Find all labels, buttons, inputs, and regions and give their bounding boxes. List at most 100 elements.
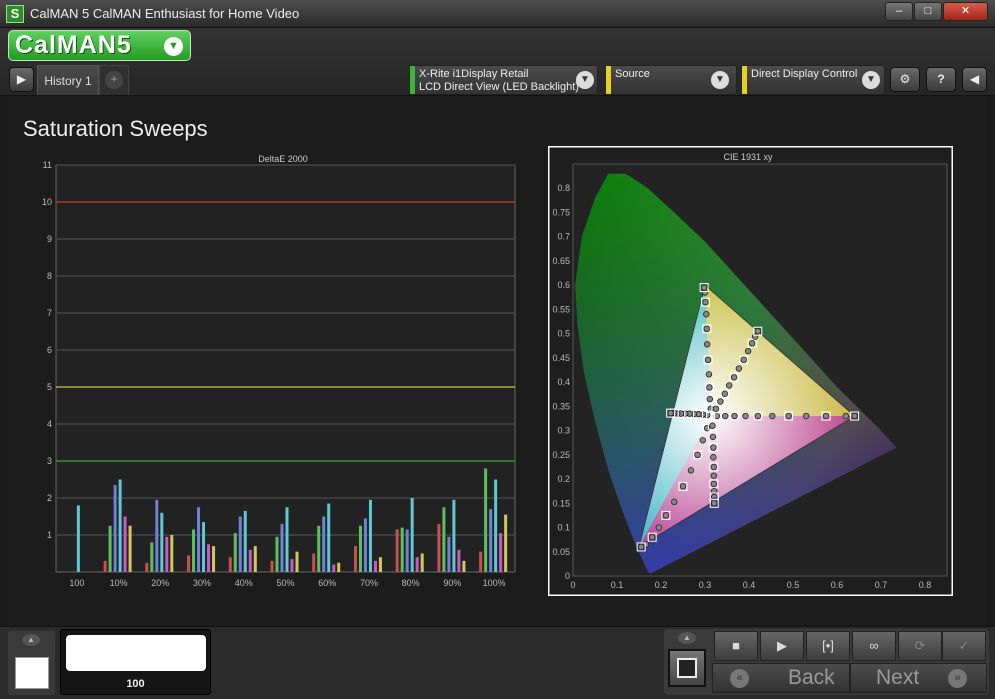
meter-selector[interactable]: X-Rite i1Display Retail LCD Direct View … <box>409 65 598 95</box>
status-stripe <box>742 66 747 94</box>
y-tick-label: 0.05 <box>552 547 570 557</box>
bar <box>353 546 357 572</box>
measured-point <box>803 412 810 420</box>
measured-point <box>705 371 713 378</box>
source-label: Source <box>615 68 650 80</box>
bar <box>197 507 201 572</box>
chevron-down-icon[interactable]: ▼ <box>576 71 594 89</box>
y-tick-label: 2 <box>47 493 52 503</box>
bar <box>238 516 242 572</box>
chevron-down-icon[interactable]: ▼ <box>711 71 729 89</box>
measured-point <box>655 524 662 531</box>
measured-point <box>687 467 695 474</box>
measured-point <box>709 433 717 441</box>
deltae-bar-chart: DeltaE 2000 1 2 3 4 5 6 7 8 9 10 11 100 10% 20% 30% 40… <box>42 154 516 588</box>
gear-icon[interactable]: ⚙ <box>890 67 920 92</box>
bar <box>228 557 232 572</box>
bar <box>170 535 174 572</box>
bar <box>192 529 196 572</box>
cie-chart: CIE 1931 xy 0 0.1 0.2 0.3 0.4 0.5 0.6 0.7 0.8 0 0.… <box>548 146 953 596</box>
stop-measurement-button[interactable] <box>668 649 706 687</box>
measured-point <box>731 412 738 420</box>
measured-point <box>740 356 747 364</box>
display-control-selector[interactable]: Direct Display Control ▼ <box>741 65 885 95</box>
measured-point <box>717 398 724 405</box>
bar <box>442 507 446 572</box>
chevron-down-icon[interactable]: ▼ <box>862 71 880 89</box>
measured-point <box>730 374 738 381</box>
y-tick-label: 0.25 <box>552 450 570 460</box>
back-button[interactable]: « Back <box>712 663 850 693</box>
measured-point <box>751 333 759 340</box>
fit-button[interactable]: [•] <box>806 631 850 661</box>
add-tab-button[interactable]: + <box>99 65 129 95</box>
swatch-panel: ▲ <box>8 631 55 695</box>
refresh-button[interactable]: ⟳ <box>898 631 942 661</box>
measured-point <box>706 395 714 403</box>
stop-icon: ■ <box>732 638 740 653</box>
measured-point <box>710 480 717 488</box>
play-left-icon[interactable]: ▶ <box>9 67 34 92</box>
y-tick-label: 0.45 <box>552 353 570 363</box>
measured-point <box>709 422 716 429</box>
fit-icon: [•] <box>822 638 834 653</box>
y-tick-label: 0.4 <box>557 377 570 387</box>
y-tick-label: 0.1 <box>557 523 570 533</box>
x-tick-label: 90% <box>443 578 461 588</box>
measured-point <box>703 311 710 318</box>
bar <box>165 536 169 572</box>
help-icon[interactable]: ? <box>926 67 956 92</box>
measured-point <box>703 325 710 332</box>
bar <box>489 509 493 572</box>
bar <box>275 536 279 572</box>
bar <box>103 560 107 572</box>
bar <box>410 498 414 572</box>
bar <box>504 514 508 572</box>
measured-point <box>842 412 849 420</box>
bar <box>494 479 498 572</box>
tab-history-1[interactable]: History 1 <box>37 65 99 95</box>
x-tick-label: 0 <box>570 580 575 590</box>
y-tick-label: 0.7 <box>557 232 570 242</box>
x-tick-label: 30% <box>193 578 211 588</box>
play-button[interactable]: ▶ <box>760 631 804 661</box>
maximize-button[interactable]: □ <box>914 2 942 21</box>
check-button[interactable]: ✓ <box>942 631 986 661</box>
bar <box>327 503 331 572</box>
source-selector[interactable]: Source ▼ <box>605 65 737 95</box>
measured-point <box>785 412 792 420</box>
measured-point <box>748 340 756 347</box>
x-tick-label: 80% <box>402 578 420 588</box>
minimize-button[interactable]: – <box>885 2 913 21</box>
y-tick-label: 0.75 <box>552 207 570 217</box>
calman-logo-menu[interactable]: CalMAN5 ▼ <box>8 30 191 61</box>
x-tick-label: 40% <box>235 578 253 588</box>
display-control-label: Direct Display Control <box>751 68 858 80</box>
bar <box>358 525 362 572</box>
stop-button[interactable]: ■ <box>714 631 758 661</box>
loop-button[interactable]: ∞ <box>852 631 896 661</box>
bar <box>337 562 341 572</box>
measured-point <box>710 454 717 461</box>
y-tick-label: 0.3 <box>557 426 570 436</box>
arrow-left-icon[interactable]: ◀ <box>962 67 987 92</box>
measured-point <box>711 500 718 507</box>
measured-point <box>725 382 733 389</box>
chevron-up-icon[interactable]: ▲ <box>22 634 40 646</box>
bar <box>253 546 257 572</box>
x-tick-label: 100 <box>69 578 84 588</box>
bar <box>155 499 159 572</box>
bar <box>452 499 456 572</box>
y-tick-label: 0.65 <box>552 256 570 266</box>
chevron-up-icon[interactable]: ▲ <box>678 632 696 644</box>
measured-point <box>822 412 830 420</box>
meter-name: X-Rite i1Display Retail <box>419 68 529 80</box>
y-tick-label: 9 <box>47 234 52 244</box>
next-button[interactable]: Next » <box>850 663 987 693</box>
y-tick-label: 5 <box>47 382 52 392</box>
bar <box>243 510 247 572</box>
x-tick-label: 0.5 <box>787 580 800 590</box>
color-swatch[interactable] <box>15 657 49 689</box>
close-button[interactable]: ✕ <box>943 2 988 21</box>
bar <box>420 553 424 572</box>
